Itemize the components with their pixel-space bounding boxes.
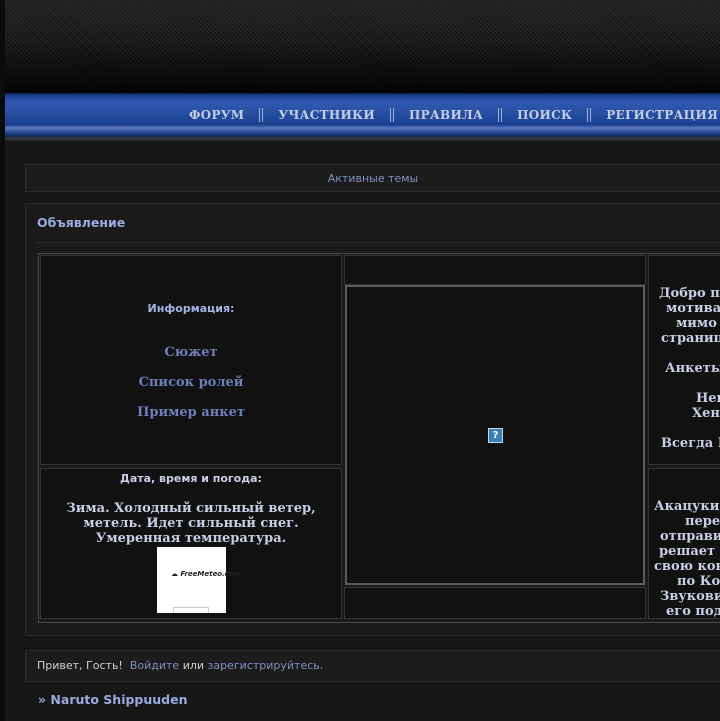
forum-header-banner	[5, 0, 720, 93]
cloud-icon: ☁	[171, 570, 178, 578]
forum-category-link[interactable]: » Naruto Shippuuden	[38, 692, 188, 707]
weather-widget-box	[173, 607, 209, 613]
nav-separator	[498, 108, 503, 122]
register-link[interactable]: зарегистрируйтесь.	[208, 659, 324, 672]
weather-widget-logo: ☁ FreeMeteo.com	[171, 570, 241, 578]
sample-profile-link[interactable]: Пример анкет	[41, 405, 341, 420]
nav-search[interactable]: ПОИСК	[511, 108, 578, 122]
weather-cell: Дата, время и погода: Зима. Холодный сил…	[40, 468, 342, 619]
center-top-cell	[344, 255, 646, 285]
info-title: Информация:	[147, 302, 235, 315]
nav-separator	[389, 108, 394, 122]
akatsuki-text: Акацуки: перем отправиз решает о свою ко…	[654, 499, 720, 619]
weather-widget-logo-text: FreeMeteo.com	[180, 570, 241, 578]
plot-link[interactable]: Сюжет	[41, 345, 341, 360]
nav-members[interactable]: УЧАСТНИКИ	[272, 108, 381, 122]
broken-image-icon: ?	[488, 428, 503, 443]
main-navigation: ФОРУМ УЧАСТНИКИ ПРАВИЛА ПОИСК РЕГИСТРАЦИ…	[5, 93, 720, 140]
login-link[interactable]: Войдите	[130, 659, 179, 672]
nav-register[interactable]: РЕГИСТРАЦИЯ	[600, 108, 720, 122]
greeting-text: Привет, Гость!	[37, 659, 123, 672]
announcement-title: Объявление	[37, 215, 126, 230]
announcement-divider	[36, 242, 720, 243]
welcome-cell: Добро по мотивам мимо л страниц Анкеты Н…	[648, 255, 720, 465]
weather-widget[interactable]: ☁ FreeMeteo.com	[157, 547, 241, 613]
center-image-frame: ?	[345, 285, 645, 585]
nav-separator	[259, 108, 264, 122]
weather-title: Дата, время и погода:	[120, 472, 262, 485]
greeting-or: или	[182, 659, 205, 672]
info-cell: Информация: Сюжет Список ролей Пример ан…	[40, 255, 342, 465]
nav-separator	[587, 108, 592, 122]
active-topics-link[interactable]: Активные темы	[25, 164, 720, 192]
akatsuki-cell: Акацуки: перем отправиз решает о свою ко…	[648, 468, 720, 619]
nav-items: ФОРУМ УЧАСТНИКИ ПРАВИЛА ПОИСК РЕГИСТРАЦИ…	[183, 93, 720, 137]
weather-description: Зима. Холодный сильный ветер, метель. Ид…	[66, 501, 316, 546]
guest-greeting-bar: Привет, Гость! Войдите или зарегистрируй…	[25, 650, 720, 682]
nav-rules[interactable]: ПРАВИЛА	[403, 108, 489, 122]
nav-forum[interactable]: ФОРУМ	[183, 108, 250, 122]
welcome-text: Добро по мотивам мимо л страниц Анкеты Н…	[659, 286, 720, 451]
roles-list-link[interactable]: Список ролей	[41, 375, 341, 390]
center-bottom-cell	[344, 587, 646, 619]
